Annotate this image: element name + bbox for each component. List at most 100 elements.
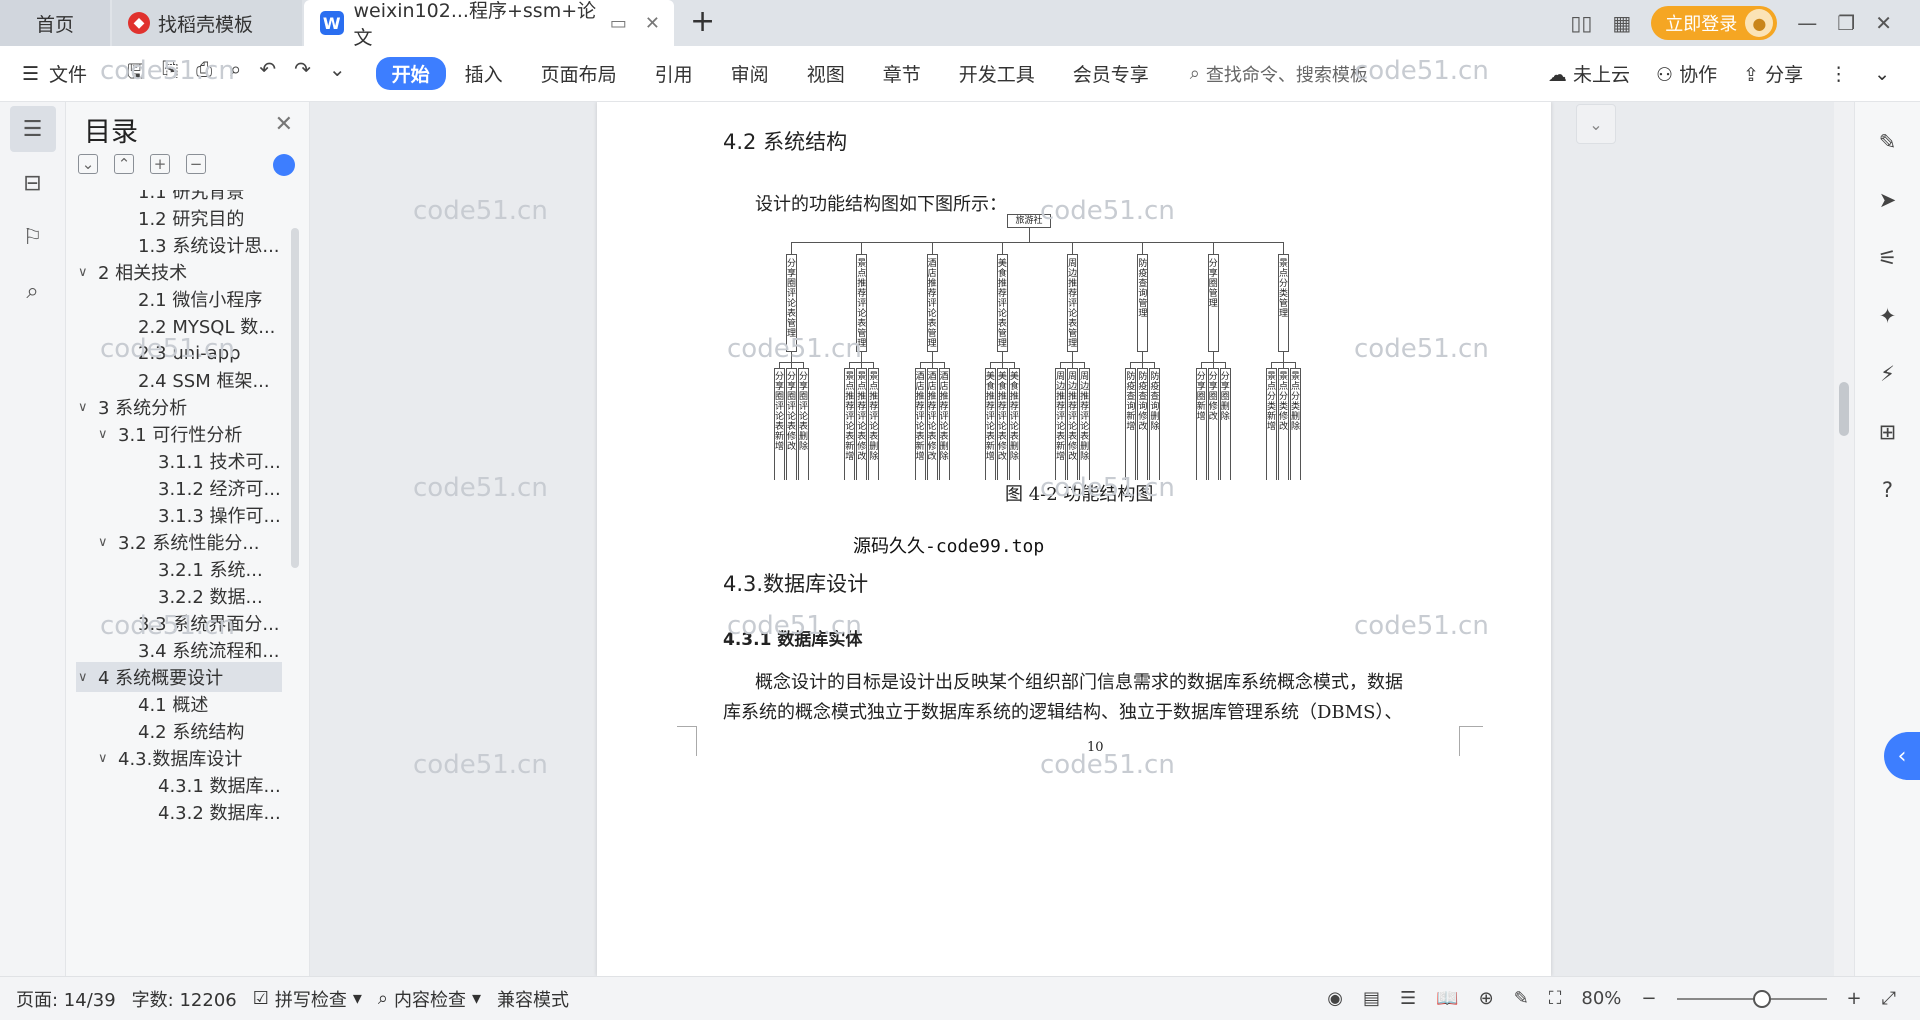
restore-icon[interactable]: ❐ bbox=[1837, 11, 1855, 35]
scroll-thumb[interactable] bbox=[1839, 382, 1849, 436]
toc-item[interactable]: 1.3 系统设计思... bbox=[66, 230, 280, 260]
chevron-down-icon[interactable]: ∨ bbox=[98, 751, 118, 766]
close-icon[interactable]: ✕ bbox=[275, 112, 293, 137]
page-view-icon[interactable]: ▤ bbox=[1363, 988, 1380, 1009]
toc-item[interactable]: 2.4 SSM 框架... bbox=[66, 365, 270, 395]
find-icon[interactable]: ⌕ bbox=[10, 268, 56, 314]
pen-mode-icon[interactable]: ✎ bbox=[1514, 988, 1529, 1009]
pin-tab-icon[interactable]: ▭ bbox=[610, 13, 627, 34]
zoom-slider[interactable] bbox=[1676, 989, 1827, 1008]
ribbon-tab[interactable]: 页面布局 bbox=[522, 60, 636, 87]
toc-item[interactable]: ∨ 2 相关技术 bbox=[66, 257, 187, 287]
ribbon-tab[interactable]: 开发工具 bbox=[940, 60, 1054, 87]
new-tab-button[interactable]: + bbox=[690, 4, 715, 39]
share-button[interactable]: ⇪ 分享 bbox=[1743, 60, 1803, 87]
diagram-connector bbox=[1212, 352, 1214, 362]
tab-home[interactable]: 首页 bbox=[0, 0, 110, 46]
chevron-down-icon[interactable]: ∨ bbox=[98, 427, 118, 442]
toc-item[interactable]: 4.1 概述 bbox=[66, 689, 208, 719]
web-view-icon[interactable]: ⊕ bbox=[1479, 988, 1494, 1009]
magic-edit-icon[interactable]: ✦ bbox=[1870, 298, 1906, 334]
ribbon-tab[interactable]: 插入 bbox=[446, 60, 522, 87]
pen-edit-icon[interactable]: ✎ bbox=[1870, 124, 1906, 160]
ai-assistant-icon[interactable]: ⚡ bbox=[1870, 356, 1906, 392]
ribbon-tab[interactable]: 视图 bbox=[788, 60, 864, 87]
ribbon-tab[interactable]: 审阅 bbox=[712, 60, 788, 87]
zoom-in-icon[interactable]: + bbox=[1847, 988, 1862, 1009]
zoom-level[interactable]: 80% bbox=[1581, 988, 1621, 1009]
content-check-button[interactable]: ⌕ 内容检查 ▾ bbox=[378, 986, 481, 1012]
zoom-out-icon[interactable]: − bbox=[1641, 988, 1656, 1009]
navigation-icon[interactable]: ⊟ bbox=[10, 160, 56, 206]
ribbon-tab[interactable]: 章节 bbox=[864, 60, 940, 87]
outline-view-icon[interactable]: ☰ bbox=[1400, 988, 1416, 1009]
file-menu-label: 文件 bbox=[49, 64, 88, 86]
reading-layout-icon[interactable]: ▯▯ bbox=[1570, 11, 1592, 35]
select-cursor-icon[interactable]: ➤ bbox=[1870, 182, 1906, 218]
fit-page-icon[interactable]: ⛶ bbox=[1549, 988, 1562, 1009]
redo-icon[interactable]: ↷ bbox=[294, 57, 311, 91]
file-menu-button[interactable]: ☰ 文件 bbox=[22, 60, 87, 87]
vertical-scrollbar[interactable] bbox=[1834, 102, 1854, 976]
toc-item[interactable]: 3.2.2 数据... bbox=[66, 581, 263, 611]
adjust-sliders-icon[interactable]: ⚟ bbox=[1870, 240, 1906, 276]
diagram-leaf-node: 景点推荐评论表新增 bbox=[844, 368, 856, 480]
undo-icon[interactable]: ↶ bbox=[259, 57, 276, 91]
bookmark-icon[interactable]: ⚐ bbox=[10, 214, 56, 260]
toc-item[interactable]: ∨ 4 系统概要设计 bbox=[76, 662, 282, 692]
page-indicator[interactable]: 页面: 14/39 bbox=[16, 986, 116, 1012]
toc-item[interactable]: ∨ 4.3.数据库设计 bbox=[66, 743, 242, 773]
toc-scrollbar[interactable] bbox=[291, 228, 299, 568]
book-search-icon[interactable]: ⊞ bbox=[1870, 414, 1906, 450]
toc-item[interactable]: 2.1 微信小程序 bbox=[66, 284, 262, 314]
chevron-down-icon[interactable]: ∨ bbox=[98, 535, 118, 550]
customize-chevron-icon[interactable]: ⌄ bbox=[329, 57, 346, 91]
ribbon-tab[interactable]: 开始 bbox=[375, 57, 446, 90]
toc-item[interactable]: 3.1.2 经济可... bbox=[66, 473, 281, 503]
fullscreen-icon[interactable]: ⤢ bbox=[1882, 988, 1896, 1009]
eye-protection-icon[interactable]: ◉ bbox=[1327, 988, 1343, 1009]
login-button[interactable]: 立即登录 ● bbox=[1651, 6, 1778, 40]
help-icon[interactable]: ? bbox=[1870, 472, 1906, 508]
command-search[interactable]: ⌕ 查找命令、搜索模板 bbox=[1190, 61, 1368, 87]
chevron-down-icon[interactable]: ∨ bbox=[78, 400, 98, 415]
zoom-slider-knob[interactable] bbox=[1752, 989, 1771, 1008]
ribbon-tab[interactable]: 引用 bbox=[636, 60, 712, 87]
word-count[interactable]: 字数: 12206 bbox=[132, 986, 237, 1012]
tab-document[interactable]: W weixin102...程序+ssm+论文 ▭ ✕ bbox=[304, 0, 674, 49]
tab-template[interactable]: ◆ 找稻壳模板 bbox=[112, 0, 302, 46]
body-paragraph-line2: 库系统的概念模式独立于数据库系统的逻辑结构、独立于数据库管理系统（DBMS）、 bbox=[723, 702, 1403, 723]
toc-toggle-icon[interactable] bbox=[273, 154, 295, 176]
chevron-down-icon[interactable]: ∨ bbox=[78, 265, 98, 280]
more-icon[interactable]: ⋮ bbox=[1829, 63, 1848, 85]
toc-item[interactable]: ∨ 3.2 系统性能分... bbox=[66, 527, 260, 557]
remove-heading-icon[interactable]: − bbox=[186, 154, 206, 174]
close-tab-icon[interactable]: ✕ bbox=[645, 13, 660, 34]
toc-item[interactable]: ∨ 3 系统分析 bbox=[66, 392, 187, 422]
collab-button[interactable]: ⚇ 协作 bbox=[1656, 60, 1717, 87]
expand-all-icon[interactable]: ⌄ bbox=[78, 154, 98, 174]
toc-item[interactable]: 3.1.1 技术可... bbox=[66, 446, 281, 476]
add-heading-icon[interactable]: + bbox=[150, 154, 170, 174]
apps-grid-icon[interactable]: ▦ bbox=[1612, 11, 1631, 35]
reading-view-icon[interactable]: 📖 bbox=[1436, 988, 1458, 1009]
toc-panel-icon[interactable]: ☰ bbox=[9, 106, 56, 152]
toc-item[interactable]: ∨ 3.1 可行性分析 bbox=[66, 419, 242, 449]
close-window-icon[interactable]: ✕ bbox=[1875, 11, 1892, 35]
collapse-ribbon-icon[interactable]: ⌄ bbox=[1874, 63, 1890, 85]
toc-item[interactable]: 4.3.1 数据库... bbox=[66, 770, 281, 800]
collapse-all-icon[interactable]: ⌃ bbox=[114, 154, 134, 174]
toc-item[interactable]: 4.3.2 数据库... bbox=[66, 797, 281, 827]
tab-bar: 首页 ◆ 找稻壳模板 W weixin102...程序+ssm+论文 ▭ ✕ +… bbox=[0, 0, 1920, 49]
toc-item[interactable]: 3.1.3 操作可... bbox=[66, 500, 281, 530]
toc-item[interactable]: 1.2 研究目的 bbox=[66, 203, 244, 233]
float-panel-button[interactable]: ⌄ bbox=[1576, 104, 1616, 144]
ribbon-tab[interactable]: 会员专享 bbox=[1054, 60, 1168, 87]
cloud-status-button[interactable]: ☁ 未上云 bbox=[1548, 60, 1630, 87]
toc-item[interactable]: 3.2.1 系统... bbox=[66, 554, 263, 584]
toc-item[interactable]: 4.2 系统结构 bbox=[66, 716, 244, 746]
document-page[interactable]: 4.2 系统结构 设计的功能结构图如下图所示： 旅游社 分享圈评论表管理 分享圈评论… bbox=[597, 102, 1551, 976]
spell-check-button[interactable]: ☑ 拼写检查 ▾ bbox=[253, 986, 362, 1012]
chevron-down-icon[interactable]: ∨ bbox=[78, 670, 98, 685]
minimize-icon[interactable]: — bbox=[1797, 11, 1817, 35]
